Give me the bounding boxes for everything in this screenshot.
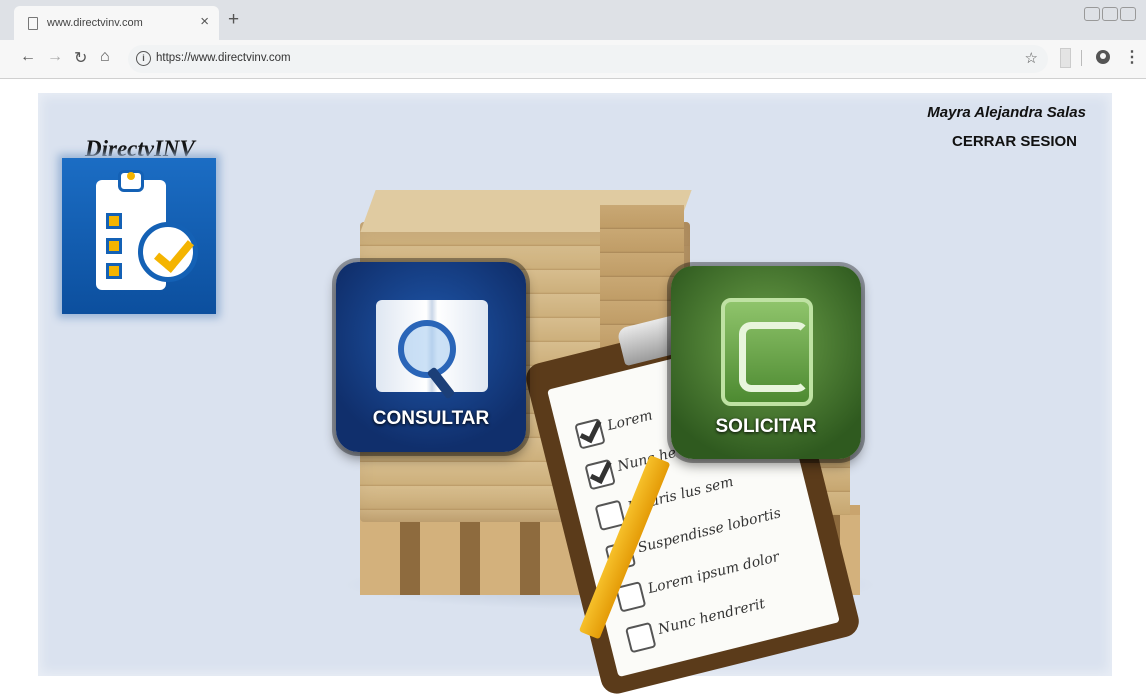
logout-link[interactable]: CERRAR SESION: [952, 133, 1077, 150]
back-arrow-icon[interactable]: ←: [20, 48, 36, 66]
user-name: Mayra Alejandra Salas: [927, 104, 1086, 121]
checklist-item-text: Nunc hendrerit: [656, 595, 767, 638]
logo-check-circle: [138, 222, 198, 282]
logo-clip-dot: [127, 172, 135, 180]
document-exchange-icon: [721, 298, 813, 406]
clipboard-check-logo-icon[interactable]: [62, 158, 216, 314]
logo-bullet: [106, 213, 122, 229]
logo-bullet: [106, 238, 122, 254]
browser-tab-bar: www.directvinv.com × +: [0, 0, 1146, 40]
bookmark-star-icon[interactable]: ☆: [1025, 49, 1038, 67]
info-icon[interactable]: i: [136, 51, 151, 66]
home-icon[interactable]: ⌂: [100, 48, 110, 66]
magnifier-icon: [398, 320, 456, 378]
tab-title: www.directvinv.com: [47, 17, 143, 29]
extension-icon[interactable]: [1060, 48, 1071, 68]
profile-icon[interactable]: [1096, 50, 1110, 64]
browser-menu-icon[interactable]: ⋮: [1124, 47, 1140, 67]
new-tab-button[interactable]: +: [228, 9, 239, 31]
tab-close-icon[interactable]: ×: [200, 13, 209, 30]
window-controls: [1082, 6, 1136, 21]
checklist-item-text: Lorem: [605, 407, 655, 435]
consultar-label: CONSULTAR: [372, 408, 490, 429]
address-bar[interactable]: i https://www.directvinv.com ☆: [128, 45, 1048, 73]
url-text[interactable]: https://www.directvinv.com: [156, 52, 291, 64]
logo-bullet: [106, 263, 122, 279]
solicitar-label: SOLICITAR: [715, 416, 817, 437]
minimize-button[interactable]: [1084, 6, 1100, 21]
forward-arrow-icon[interactable]: →: [47, 48, 63, 66]
consultar-button[interactable]: CONSULTAR: [336, 262, 526, 452]
browser-toolbar: ← → ↻ ⌂ i https://www.directvinv.com ☆: [0, 40, 1146, 79]
checked-box-icon: [574, 418, 606, 450]
reload-icon[interactable]: ↻: [74, 48, 87, 68]
logo-checkmark: [154, 231, 194, 273]
checked-box-icon: [584, 458, 616, 491]
toolbar-divider: [1081, 50, 1082, 66]
maximize-button[interactable]: [1102, 6, 1118, 21]
document-loop-icon: [739, 322, 809, 392]
solicitar-button[interactable]: SOLICITAR: [671, 266, 861, 459]
page-icon: [28, 17, 38, 30]
close-window-button[interactable]: [1120, 6, 1136, 21]
unchecked-box-icon: [624, 621, 657, 654]
browser-tab[interactable]: www.directvinv.com ×: [14, 6, 219, 40]
